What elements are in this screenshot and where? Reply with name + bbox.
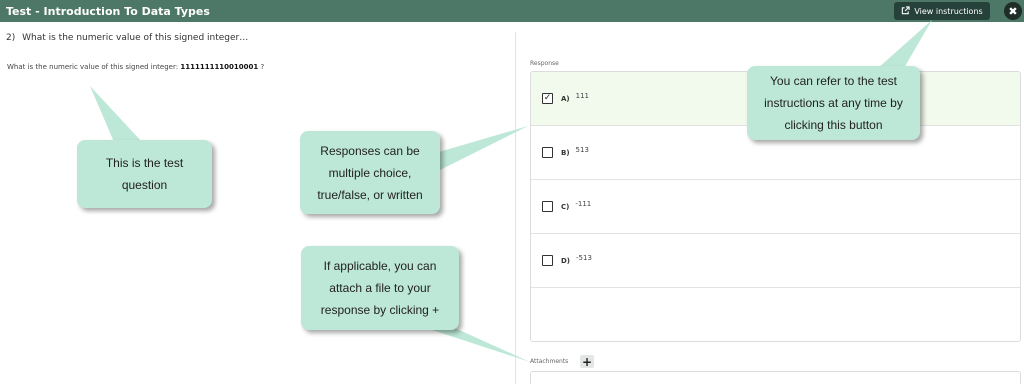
page-title: Test - Introduction To Data Types — [6, 4, 210, 18]
callout-responses: Responses can be multiple choice, true/f… — [300, 131, 440, 214]
callout-tail-instructions — [878, 20, 932, 68]
callout-instructions: You can refer to the test instructions a… — [747, 66, 920, 140]
view-instructions-label: View instructions — [914, 6, 983, 16]
checkbox[interactable] — [542, 201, 553, 212]
question-number: 2) — [6, 33, 16, 43]
checkmark-icon: ✓ — [543, 93, 552, 103]
option-letter: D) — [561, 256, 571, 265]
test-page: Test - Introduction To Data Types View i… — [0, 0, 1024, 384]
option-value: -513 — [576, 253, 592, 262]
attachments-area[interactable] — [530, 371, 1021, 384]
close-button[interactable]: ✖ — [1004, 2, 1022, 20]
option-d[interactable]: D) -513 — [531, 234, 1020, 288]
question-prompt: What is the numeric value of this signed… — [7, 63, 264, 71]
question-prompt-text: What is the numeric value of this signed… — [7, 63, 179, 71]
callout-test-question: This is the test question — [77, 140, 212, 208]
header-bar: Test - Introduction To Data Types — [0, 0, 1024, 22]
callout-attach: If applicable, you can attach a file to … — [301, 246, 459, 330]
question-value: 1111111110010001 — [180, 63, 259, 71]
attachments-label: Attachments — [530, 358, 569, 365]
option-value: 513 — [575, 145, 589, 154]
add-attachment-button[interactable]: + — [580, 355, 594, 368]
column-divider — [515, 32, 516, 384]
checkbox[interactable] — [542, 147, 553, 158]
option-letter: A) — [561, 94, 570, 103]
plus-icon: + — [581, 354, 593, 369]
close-icon: ✖ — [1008, 4, 1018, 18]
option-value: -111 — [575, 199, 592, 208]
question-title: What is the numeric value of this signed… — [22, 33, 249, 43]
option-c[interactable]: C) -111 — [531, 180, 1020, 234]
question-suffix: ? — [260, 63, 265, 71]
option-value: 111 — [575, 91, 589, 100]
checkbox[interactable] — [542, 255, 553, 266]
view-instructions-button[interactable]: View instructions — [894, 2, 990, 20]
response-label: Response — [530, 60, 559, 67]
checkbox-checked[interactable]: ✓ — [542, 93, 553, 104]
external-link-icon — [901, 5, 910, 17]
question-header: 2) What is the numeric value of this sig… — [6, 33, 248, 43]
option-letter: C) — [561, 202, 570, 211]
option-letter: B) — [561, 148, 570, 157]
callout-tail-question — [90, 86, 142, 142]
callout-tail-responses — [432, 126, 528, 172]
